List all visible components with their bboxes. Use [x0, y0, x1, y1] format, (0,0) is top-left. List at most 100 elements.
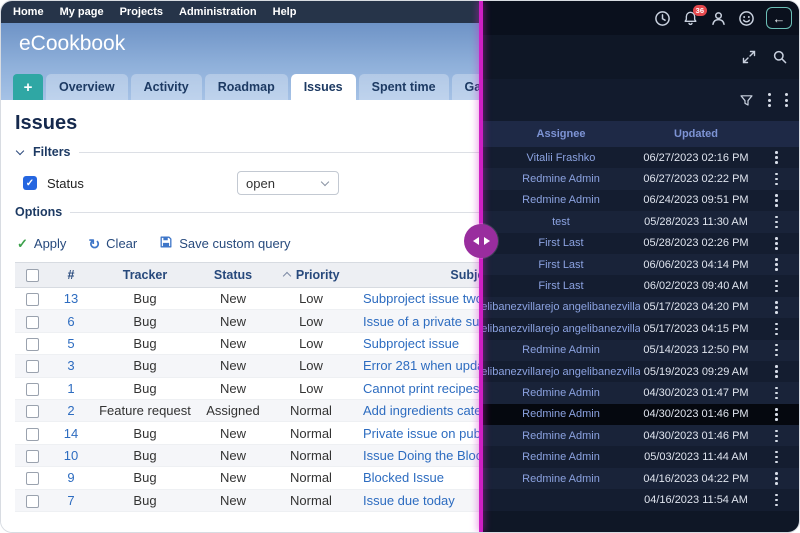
issue-id-link[interactable]: 3	[67, 358, 74, 373]
top-menu-item[interactable]: Projects	[120, 6, 163, 18]
dark-issue-row[interactable]: Redmine Admin 05/03/2023 11:44 AM	[482, 446, 799, 467]
row-menu-icon[interactable]	[752, 323, 799, 336]
dark-issue-row[interactable]: Redmine Admin 04/30/2023 01:46 PM	[482, 425, 799, 446]
row-menu-icon[interactable]	[752, 280, 799, 293]
row-checkbox[interactable]	[26, 338, 39, 351]
row-checkbox[interactable]	[26, 428, 39, 441]
save-custom-query-button[interactable]: Save custom query	[159, 235, 290, 252]
select-all-checkbox[interactable]	[15, 268, 49, 282]
row-menu-icon[interactable]	[752, 408, 799, 421]
row-menu-icon[interactable]	[752, 387, 799, 400]
issue-id-link[interactable]: 14	[64, 426, 78, 441]
project-tab[interactable]: Roadmap	[205, 74, 288, 100]
assignee-link[interactable]: angelibanezvillarejo angelibanezvillarej…	[482, 361, 640, 382]
dark-issue-row[interactable]: angelibanezvillarejo angelibanezvillarej…	[482, 297, 799, 318]
assignee-link[interactable]: angelibanezvillarejo angelibanezvillarej…	[482, 297, 640, 318]
assignee-link[interactable]: Redmine Admin	[482, 190, 640, 211]
row-menu-icon[interactable]	[752, 430, 799, 443]
top-menu-item[interactable]: Help	[273, 6, 297, 18]
dark-issue-row[interactable]: First Last 06/02/2023 09:40 AM	[482, 275, 799, 296]
issue-subject-link[interactable]: Private issue on public project	[363, 426, 482, 441]
row-menu-icon[interactable]	[752, 173, 799, 186]
row-checkbox[interactable]	[26, 495, 39, 508]
column-header-updated[interactable]: Updated	[640, 128, 752, 140]
assignee-link[interactable]: First Last	[482, 254, 640, 275]
dark-issue-row[interactable]: Redmine Admin 06/24/2023 09:51 PM	[482, 190, 799, 211]
dark-issue-row[interactable]: angelibanezvillarejo angelibanezvillarej…	[482, 318, 799, 339]
issue-id-link[interactable]: 5	[67, 336, 74, 351]
row-checkbox[interactable]	[26, 472, 39, 485]
row-menu-icon[interactable]	[752, 301, 799, 314]
row-checkbox[interactable]	[26, 383, 39, 396]
kebab-menu-icon[interactable]	[785, 93, 788, 107]
issue-subject-link[interactable]: Error 281 when updating a recipe	[363, 358, 482, 373]
project-tab[interactable]: Overview	[46, 74, 128, 100]
dark-issue-row[interactable]: First Last 05/28/2023 02:26 PM	[482, 233, 799, 254]
row-menu-icon[interactable]	[752, 365, 799, 378]
issue-subject-link[interactable]: Subproject issue two	[363, 291, 482, 306]
assignee-link[interactable]: Redmine Admin	[482, 382, 640, 403]
row-menu-icon[interactable]	[752, 237, 799, 250]
kebab-menu-icon[interactable]	[768, 93, 771, 107]
dark-issue-row[interactable]: Redmine Admin 04/30/2023 01:47 PM	[482, 382, 799, 403]
column-header-tracker[interactable]: Tracker	[93, 268, 197, 282]
issue-id-link[interactable]: 6	[67, 314, 74, 329]
dark-issue-row[interactable]: Redmine Admin 06/27/2023 02:22 PM	[482, 168, 799, 189]
issue-id-link[interactable]: 10	[64, 448, 78, 463]
assignee-link[interactable]: Redmine Admin	[482, 168, 640, 189]
row-checkbox[interactable]	[26, 316, 39, 329]
row-checkbox[interactable]	[26, 293, 39, 306]
row-checkbox[interactable]	[26, 450, 39, 463]
assignee-link[interactable]: First Last	[482, 233, 640, 254]
issue-id-link[interactable]: 1	[67, 381, 74, 396]
row-checkbox[interactable]	[26, 405, 39, 418]
row-menu-icon[interactable]	[752, 451, 799, 464]
assignee-link[interactable]: angelibanezvillarejo angelibanezvillarej…	[482, 318, 640, 339]
row-menu-icon[interactable]	[752, 344, 799, 357]
issue-subject-link[interactable]: Issue due today	[363, 493, 455, 508]
assignee-link[interactable]: Redmine Admin	[482, 468, 640, 489]
dark-issue-row[interactable]: First Last 06/06/2023 04:14 PM	[482, 254, 799, 275]
project-tab[interactable]: Issues	[291, 74, 356, 100]
top-menu-item[interactable]: My page	[60, 6, 104, 18]
assignee-link[interactable]: First Last	[482, 275, 640, 296]
issue-subject-link[interactable]: Subproject issue	[363, 336, 459, 351]
time-icon[interactable]	[654, 10, 671, 27]
clear-button[interactable]: ↻ Clear	[88, 236, 137, 251]
filter-icon[interactable]	[739, 93, 754, 108]
help-icon[interactable]	[738, 10, 755, 27]
row-checkbox[interactable]	[26, 360, 39, 373]
status-filter-label[interactable]: Status	[47, 176, 237, 191]
dark-issue-row[interactable]: test 05/28/2023 11:30 AM	[482, 211, 799, 232]
assignee-link[interactable]: Vitalii Frashko	[482, 147, 640, 168]
assignee-link[interactable]: test	[482, 211, 640, 232]
dark-issue-row[interactable]: 04/16/2023 11:54 AM	[482, 489, 799, 510]
column-header-id[interactable]: #	[49, 268, 93, 282]
issue-id-link[interactable]: 13	[64, 291, 78, 306]
top-menu-item[interactable]: Administration	[179, 6, 257, 18]
back-button[interactable]: ←	[766, 7, 792, 29]
issue-subject-link[interactable]: Blocked Issue	[363, 470, 444, 485]
options-toggle[interactable]: Options	[15, 205, 482, 219]
notifications-icon[interactable]: 36	[682, 10, 699, 27]
assignee-link[interactable]: Redmine Admin	[482, 340, 640, 361]
project-tab[interactable]: Activity	[131, 74, 202, 100]
column-header-priority[interactable]: Priority	[269, 268, 353, 282]
issue-id-link[interactable]: 2	[67, 403, 74, 418]
issue-subject-link[interactable]: Issue Doing the Blocking	[363, 448, 482, 463]
top-menu-item[interactable]: Home	[13, 6, 44, 18]
issue-subject-link[interactable]: Add ingredients categories	[363, 403, 482, 418]
dark-issue-row[interactable]: angelibanezvillarejo angelibanezvillarej…	[482, 361, 799, 382]
dark-issue-row[interactable]: Redmine Admin 04/16/2023 04:22 PM	[482, 468, 799, 489]
column-header-subject[interactable]: Subject	[353, 268, 482, 282]
status-checkbox[interactable]: ✓	[23, 176, 37, 190]
assignee-link[interactable]: Redmine Admin	[482, 425, 640, 446]
dark-issue-row[interactable]: Redmine Admin 05/14/2023 12:50 PM	[482, 340, 799, 361]
apply-button[interactable]: ✓ Apply	[17, 236, 66, 252]
project-tab[interactable]: Spent time	[359, 74, 449, 100]
issue-id-link[interactable]: 7	[67, 493, 74, 508]
issue-subject-link[interactable]: Issue of a private subproject	[363, 314, 482, 329]
user-icon[interactable]	[710, 10, 727, 27]
row-menu-icon[interactable]	[752, 216, 799, 229]
row-menu-icon[interactable]	[752, 194, 799, 207]
